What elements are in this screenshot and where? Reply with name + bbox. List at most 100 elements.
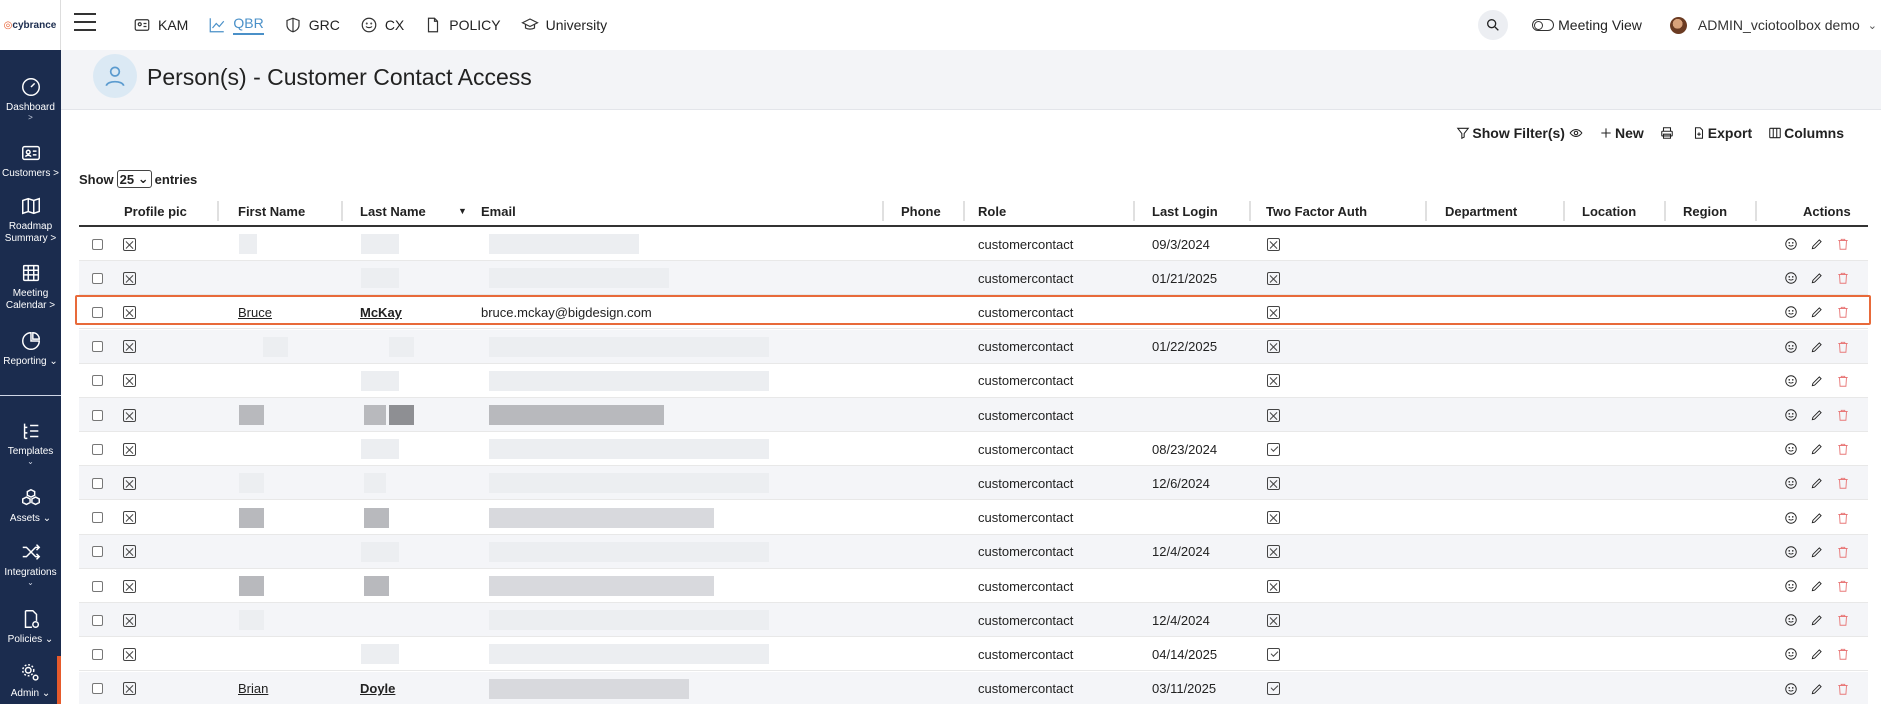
smiley-icon[interactable] [1784,340,1798,354]
edit-pencil-icon[interactable] [1810,476,1824,490]
column-header-location[interactable]: Location [1582,201,1636,221]
edit-pencil-icon[interactable] [1810,374,1824,388]
tab-university[interactable]: University [520,0,607,50]
table-row[interactable]: customercontact [79,569,1868,603]
first-name-link[interactable]: Brian [238,681,268,696]
last-name-cell[interactable]: McKay [360,295,402,329]
delete-trash-icon[interactable] [1836,579,1850,593]
sidebar-item-assets[interactable]: Assets ⌄ [0,487,61,525]
delete-trash-icon[interactable] [1836,476,1850,490]
table-row[interactable]: customercontact 12/6/2024 [79,466,1868,501]
sort-desc-icon[interactable]: ▼ [458,206,467,216]
sidebar-item-policies[interactable]: Policies ⌄ [0,608,61,646]
column-header-email[interactable]: Email [481,201,516,221]
sidebar-item-customers[interactable]: Customers > [0,142,61,180]
sidebar-item-meeting-calendar[interactable]: Meeting Calendar > [0,262,61,312]
row-select-checkbox[interactable] [92,261,103,295]
tab-grc[interactable]: GRC [284,0,340,50]
edit-pencil-icon[interactable] [1810,340,1824,354]
last-name-link[interactable]: Doyle [360,681,395,696]
row-select-checkbox[interactable] [92,603,103,637]
last-name-cell[interactable]: Doyle [360,672,395,704]
table-row[interactable]: customercontact 01/22/2025 [79,329,1868,364]
row-select-checkbox[interactable] [92,398,103,432]
smiley-icon[interactable] [1784,579,1798,593]
smiley-icon[interactable] [1784,374,1798,388]
columns-button[interactable]: Columns [1768,125,1844,141]
table-row[interactable]: Brian Doyle customercontact 03/11/2025 [79,671,1868,704]
sidebar-item-admin[interactable]: Admin ⌄ [0,662,61,700]
row-select-checkbox[interactable] [92,569,103,603]
user-menu[interactable]: ADMIN_vciotoolbox demo ⌄ [1669,16,1877,34]
smiley-icon[interactable] [1784,476,1798,490]
row-select-checkbox[interactable] [92,466,103,500]
table-row[interactable]: customercontact [79,364,1868,398]
smiley-icon[interactable] [1784,271,1798,285]
edit-pencil-icon[interactable] [1810,442,1824,456]
table-row[interactable]: customercontact 12/4/2024 [79,603,1868,638]
meeting-view-toggle[interactable]: Meeting View [1532,17,1642,33]
table-row[interactable]: Bruce McKay bruce.mckay@bigdesign.com custo… [79,295,1868,330]
last-name-link[interactable]: McKay [360,305,402,320]
delete-trash-icon[interactable] [1836,340,1850,354]
edit-pencil-icon[interactable] [1810,545,1824,559]
column-header-first-name[interactable]: First Name [238,201,305,221]
edit-pencil-icon[interactable] [1810,647,1824,661]
sidebar-item-integrations[interactable]: Integrations ⌄ [0,541,61,587]
edit-pencil-icon[interactable] [1810,271,1824,285]
search-button[interactable] [1478,10,1509,40]
table-row[interactable]: customercontact 01/21/2025 [79,261,1868,296]
row-select-checkbox[interactable] [92,295,103,329]
tab-kam[interactable]: KAM [133,0,188,50]
smiley-icon[interactable] [1784,511,1798,525]
table-row[interactable]: customercontact 04/14/2025 [79,637,1868,672]
smiley-icon[interactable] [1784,408,1798,422]
delete-trash-icon[interactable] [1836,442,1850,456]
row-select-checkbox[interactable] [92,330,103,364]
row-select-checkbox[interactable] [92,501,103,535]
delete-trash-icon[interactable] [1836,545,1850,559]
smiley-icon[interactable] [1784,647,1798,661]
delete-trash-icon[interactable] [1836,408,1850,422]
column-header-region[interactable]: Region [1683,201,1727,221]
export-button[interactable]: Export [1692,125,1752,141]
table-row[interactable]: customercontact 08/23/2024 [79,432,1868,467]
column-header-department[interactable]: Department [1445,201,1517,221]
sidebar-item-reporting[interactable]: Reporting ⌄ [0,330,61,368]
column-header-last-login[interactable]: Last Login [1152,201,1218,221]
row-select-checkbox[interactable] [92,364,103,398]
delete-trash-icon[interactable] [1836,682,1850,696]
delete-trash-icon[interactable] [1836,613,1850,627]
edit-pencil-icon[interactable] [1810,613,1824,627]
column-header-role[interactable]: Role [978,201,1006,221]
delete-trash-icon[interactable] [1836,511,1850,525]
smiley-icon[interactable] [1784,237,1798,251]
hamburger-menu-icon[interactable] [74,13,96,33]
table-row[interactable]: customercontact [79,398,1868,432]
show-filters-button[interactable]: Show Filter(s) [1456,125,1583,141]
column-header-last-name[interactable]: Last Name [360,201,426,221]
print-button[interactable] [1660,126,1676,140]
edit-pencil-icon[interactable] [1810,408,1824,422]
sidebar-item-roadmap-summary[interactable]: Roadmap Summary > [0,195,61,245]
delete-trash-icon[interactable] [1836,374,1850,388]
table-row[interactable]: customercontact [79,501,1868,535]
entries-select[interactable]: 25 ⌄ [116,170,152,188]
column-header-two-factor-auth[interactable]: Two Factor Auth [1266,201,1367,221]
delete-trash-icon[interactable] [1836,647,1850,661]
app-logo[interactable]: ◎ cybrance [0,0,61,50]
table-row[interactable]: customercontact 12/4/2024 [79,534,1868,569]
new-button[interactable]: New [1599,125,1644,141]
smiley-icon[interactable] [1784,545,1798,559]
edit-pencil-icon[interactable] [1810,305,1824,319]
tab-cx[interactable]: CX [360,0,404,50]
edit-pencil-icon[interactable] [1810,511,1824,525]
first-name-cell[interactable]: Brian [238,672,268,704]
row-select-checkbox[interactable] [92,535,103,569]
column-header-phone[interactable]: Phone [901,201,941,221]
edit-pencil-icon[interactable] [1810,682,1824,696]
smiley-icon[interactable] [1784,442,1798,456]
tab-qbr[interactable]: QBR [208,0,264,50]
row-select-checkbox[interactable] [92,637,103,671]
smiley-icon[interactable] [1784,613,1798,627]
